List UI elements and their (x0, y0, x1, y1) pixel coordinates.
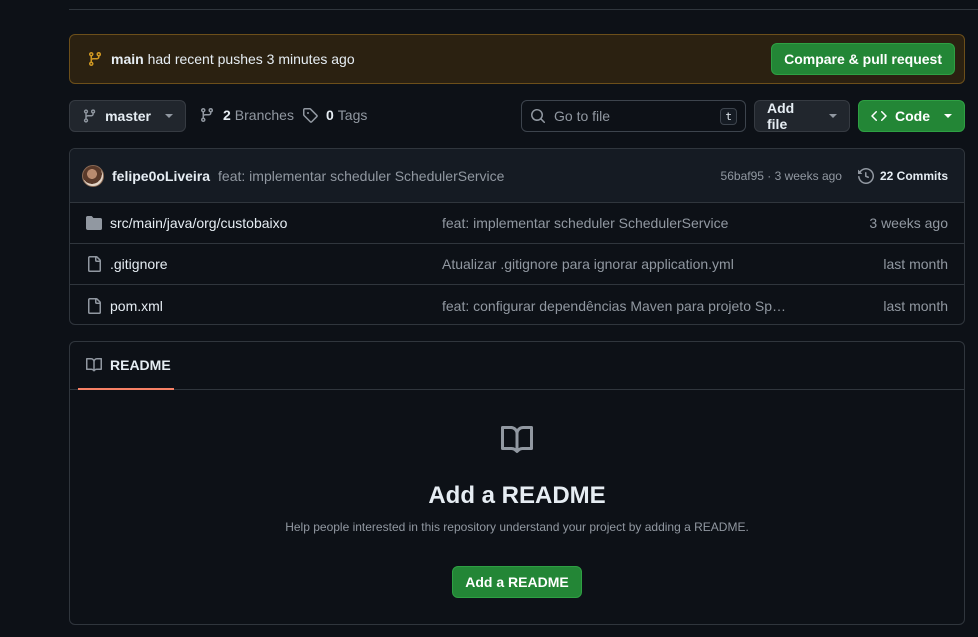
tag-icon (303, 108, 318, 123)
commit-author[interactable]: felipe0oLiveira (112, 168, 210, 184)
compare-pull-request-button[interactable]: Compare & pull request (771, 43, 955, 75)
push-message: main had recent pushes 3 minutes ago (111, 51, 771, 67)
commits-link[interactable]: 22 Commits (857, 167, 948, 184)
code-icon (871, 110, 887, 122)
table-row: pom.xml feat: configurar dependências Ma… (70, 285, 964, 324)
tab-readme-label: README (110, 357, 171, 373)
folder-icon (86, 216, 102, 230)
table-row: src/main/java/org/custobaixo feat: imple… (70, 203, 964, 244)
search-placeholder: Go to file (554, 108, 611, 124)
book-icon (86, 357, 102, 372)
git-branch-icon (83, 109, 96, 123)
readme-empty-state: Add a README Help people interested in t… (70, 424, 964, 598)
recent-push-banner: main had recent pushes 3 minutes ago Com… (69, 34, 965, 84)
branches-link[interactable]: 2 Branches (199, 107, 294, 123)
push-message-text: had recent pushes 3 minutes ago (147, 51, 355, 67)
git-branch-icon (88, 52, 101, 67)
commit-message[interactable]: feat: implementar scheduler SchedulerSer… (218, 168, 721, 184)
file-commit-message[interactable]: feat: configurar dependências Maven para… (442, 298, 828, 314)
avatar[interactable] (82, 164, 104, 187)
keyboard-shortcut-hint: t (720, 107, 737, 125)
file-date: last month (883, 256, 948, 272)
file-date: 3 weeks ago (869, 215, 948, 231)
pushed-branch-name[interactable]: main (111, 51, 144, 67)
readme-heading: Add a README (428, 482, 606, 509)
chevron-down-icon (944, 114, 952, 118)
file-list: felipe0oLiveira feat: implementar schedu… (69, 148, 965, 325)
file-name[interactable]: pom.xml (110, 298, 442, 314)
readme-panel: README Add a README Help people interest… (69, 341, 965, 625)
branches-count: 2 (223, 107, 231, 123)
search-icon (531, 109, 546, 124)
go-to-file-search[interactable]: Go to file t (521, 100, 746, 132)
file-commit-message[interactable]: Atualizar .gitignore para ignorar applic… (442, 256, 828, 272)
history-icon (857, 167, 874, 184)
branch-select-button[interactable]: master (69, 100, 186, 132)
file-icon (88, 297, 101, 314)
add-readme-button[interactable]: Add a README (452, 566, 582, 598)
file-date: last month (883, 297, 948, 314)
code-button[interactable]: Code (858, 100, 965, 132)
book-icon (501, 425, 533, 453)
tab-readme[interactable]: README (78, 342, 174, 390)
readme-description: Help people interested in this repositor… (285, 520, 749, 534)
git-branch-icon (200, 108, 213, 123)
file-name[interactable]: .gitignore (110, 256, 442, 272)
file-name[interactable]: src/main/java/org/custobaixo (110, 215, 442, 231)
readme-tab-bar: README (70, 342, 964, 390)
commits-count: 22 Commits (879, 168, 948, 183)
add-file-label: Add file (767, 100, 795, 132)
tags-link[interactable]: 0 Tags (302, 107, 367, 123)
tags-count: 0 (326, 107, 334, 123)
top-divider (69, 9, 978, 10)
tags-label: Tags (337, 107, 368, 123)
file-commit-message[interactable]: feat: implementar scheduler SchedulerSer… (442, 215, 828, 231)
branch-select-label: master (105, 108, 151, 124)
file-icon (88, 256, 101, 272)
add-file-button[interactable]: Add file (754, 100, 850, 132)
branches-label: Branches (234, 107, 294, 123)
commit-sha-time[interactable]: 56baf95 · 3 weeks ago (721, 169, 842, 183)
code-label: Code (895, 108, 930, 124)
chevron-down-icon (165, 114, 173, 118)
chevron-down-icon (829, 114, 837, 118)
latest-commit-bar: felipe0oLiveira feat: implementar schedu… (70, 149, 964, 203)
table-row: .gitignore Atualizar .gitignore para ign… (70, 244, 964, 285)
